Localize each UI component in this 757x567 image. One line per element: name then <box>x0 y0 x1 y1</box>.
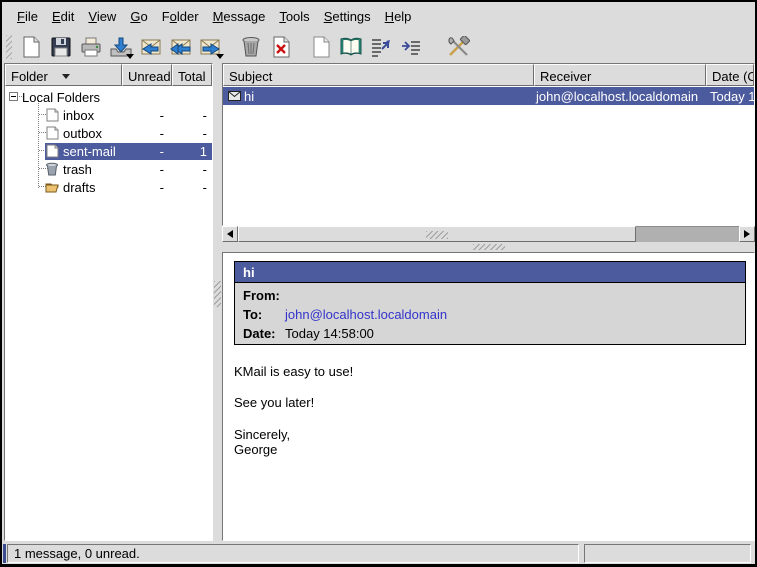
reply-icon <box>139 36 163 58</box>
folder-column-header[interactable]: Folder <box>5 64 122 86</box>
menubar: File Edit View Go Folder Message Tools S… <box>2 2 755 30</box>
delete-button[interactable] <box>267 33 294 60</box>
scroll-right-button[interactable] <box>739 226 755 242</box>
folder-row-outbox[interactable]: outbox - - <box>5 124 212 142</box>
folder-row-sent-mail[interactable]: sent-mail - 1 <box>5 142 212 160</box>
folder-row-local-folders[interactable]: Local Folders <box>5 88 212 106</box>
blank-page-icon <box>310 36 332 58</box>
arrow-left-icon <box>227 230 233 238</box>
configure-icon <box>447 36 471 58</box>
address-book-icon <box>339 36 363 58</box>
new-message-icon <box>20 36 42 58</box>
status-secondary <box>584 544 751 563</box>
trash-icon <box>241 36 261 58</box>
toolbar-drag-handle[interactable] <box>6 35 12 59</box>
status-message: 1 message, 0 unread. <box>7 544 579 563</box>
message-preview-pane: hi From: To: john@localhost.localdomain … <box>222 252 755 541</box>
reply-all-icon <box>169 36 193 58</box>
message-subject-title: hi <box>235 262 745 283</box>
message-rows: hi john@localhost.localdomain Today 14 <box>223 87 754 228</box>
folder-tree: Local Folders inbox - - outbox <box>5 86 212 540</box>
mail-folder-icon <box>45 144 60 158</box>
message-body: KMail is easy to use! See you later! Sin… <box>234 364 734 457</box>
from-row: From: <box>243 286 737 305</box>
envelope-icon <box>228 91 241 101</box>
check-mail-dropdown-icon[interactable] <box>126 54 134 59</box>
address-book-button[interactable] <box>337 33 364 60</box>
message-list: Subject Receiver Date (O hi john@localho… <box>222 63 755 226</box>
apply-filters-icon <box>400 36 422 58</box>
open-folder-icon <box>45 180 60 194</box>
to-row: To: john@localhost.localdomain <box>243 305 737 324</box>
arrow-right-icon <box>744 230 750 238</box>
horizontal-splitter[interactable] <box>222 242 755 252</box>
message-list-header: Subject Receiver Date (O <box>223 64 754 86</box>
splitter-grip-icon <box>214 281 221 307</box>
print-button[interactable] <box>77 33 104 60</box>
message-row[interactable]: hi john@localhost.localdomain Today 14 <box>223 87 754 105</box>
save-button[interactable] <box>47 33 74 60</box>
menu-message[interactable]: Message <box>206 6 273 27</box>
folder-row-drafts[interactable]: drafts - - <box>5 178 212 196</box>
menu-go[interactable]: Go <box>123 6 154 27</box>
subject-column-header[interactable]: Subject <box>223 64 534 86</box>
menu-help[interactable]: Help <box>378 6 419 27</box>
new-message-button[interactable] <box>17 33 44 60</box>
forward-dropdown-icon[interactable] <box>216 54 224 59</box>
receiver-column-header[interactable]: Receiver <box>534 64 706 86</box>
apply-filters-button[interactable] <box>397 33 424 60</box>
kmail-window: File Edit View Go Folder Message Tools S… <box>0 0 757 567</box>
configure-button[interactable] <box>445 33 472 60</box>
thumb-grip-icon <box>426 231 448 239</box>
reply-button[interactable] <box>137 33 164 60</box>
sort-arrow-icon <box>62 74 70 79</box>
reply-all-button[interactable] <box>167 33 194 60</box>
delete-icon <box>270 36 292 58</box>
from-label: From: <box>243 288 285 303</box>
statusbar: 1 message, 0 unread. <box>2 543 755 564</box>
scroll-left-button[interactable] <box>222 226 238 242</box>
send-queued-button[interactable] <box>367 33 394 60</box>
to-label: To: <box>243 307 285 322</box>
menu-folder[interactable]: Folder <box>155 6 206 27</box>
folder-panel-header: Folder Unread Total <box>5 64 212 86</box>
new-window-button[interactable] <box>307 33 334 60</box>
menu-settings[interactable]: Settings <box>317 6 378 27</box>
print-icon <box>80 36 102 58</box>
mail-folder-icon <box>45 108 60 122</box>
folder-row-trash[interactable]: trash - - <box>5 160 212 178</box>
trash-button[interactable] <box>237 33 264 60</box>
date-label: Date: <box>243 326 285 341</box>
horizontal-scrollbar[interactable] <box>222 226 755 242</box>
splitter-grip-icon <box>473 244 505 250</box>
toolbar <box>2 30 755 63</box>
menu-tools[interactable]: Tools <box>272 6 316 27</box>
total-column-header[interactable]: Total <box>172 64 212 86</box>
trash-folder-icon <box>45 162 60 176</box>
save-icon <box>50 36 72 58</box>
right-panel: Subject Receiver Date (O hi john@localho… <box>222 63 755 541</box>
check-mail-button[interactable] <box>107 33 134 60</box>
menu-edit[interactable]: Edit <box>45 6 81 27</box>
forward-button[interactable] <box>197 33 224 60</box>
mail-folder-icon <box>45 126 60 140</box>
date-value: Today 14:58:00 <box>285 326 374 341</box>
menu-file[interactable]: File <box>10 6 45 27</box>
unread-column-header[interactable]: Unread <box>122 64 172 86</box>
scrollbar-thumb[interactable] <box>238 226 636 242</box>
statusbar-grip <box>3 544 6 563</box>
send-queued-icon <box>370 36 392 58</box>
vertical-splitter[interactable] <box>213 63 222 541</box>
folder-row-inbox[interactable]: inbox - - <box>5 106 212 124</box>
menu-view[interactable]: View <box>81 6 123 27</box>
folder-panel: Folder Unread Total Local Folders <box>4 63 213 541</box>
date-column-header[interactable]: Date (O <box>706 64 754 86</box>
to-address-link[interactable]: john@localhost.localdomain <box>285 307 447 322</box>
message-header-box: hi From: To: john@localhost.localdomain … <box>234 261 746 345</box>
date-row: Date: Today 14:58:00 <box>243 324 737 343</box>
scrollbar-trough[interactable] <box>636 226 739 242</box>
